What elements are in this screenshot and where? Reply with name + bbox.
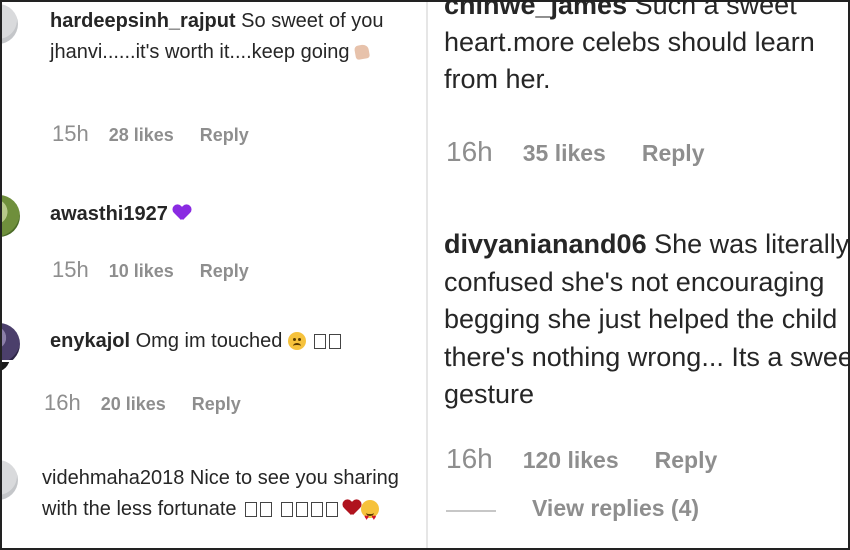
reply-button[interactable]: Reply: [642, 140, 705, 167]
comment-username[interactable]: enykajol: [50, 330, 130, 352]
comment-likes[interactable]: 28 likes: [109, 125, 174, 146]
comment-likes[interactable]: 20 likes: [101, 394, 166, 415]
missing-glyph-icon: [260, 502, 273, 517]
comment-text: videhmaha2018 Nice to see you sharing wi…: [42, 463, 422, 533]
comment-username[interactable]: hardeepsinh_rajput: [50, 10, 236, 32]
comment-timestamp: 16h: [44, 390, 81, 415]
comment-likes[interactable]: 35 likes: [523, 140, 606, 167]
comment-meta: 16h 35 likes Reply: [446, 136, 705, 168]
comment-timestamp: 16h: [446, 443, 493, 474]
comment-likes[interactable]: 10 likes: [109, 261, 174, 282]
missing-glyph-icon: [329, 334, 342, 349]
comment-text: chinwe_james Such a sweet heart.more cel…: [444, 0, 850, 98]
avatar[interactable]: [0, 195, 20, 237]
comment-timestamp: 15h: [52, 121, 89, 146]
comment-text: divyanianand06 She was literally confuse…: [444, 226, 850, 414]
reply-button[interactable]: Reply: [200, 261, 249, 282]
avatar[interactable]: [0, 4, 18, 44]
missing-glyph-icon: [280, 502, 293, 517]
view-replies-label[interactable]: View replies (4): [532, 495, 699, 522]
comment-meta: 15h 28 likes Reply: [52, 121, 249, 147]
reply-button[interactable]: Reply: [192, 394, 241, 415]
comment-text: hardeepsinh_rajput So sweet of you jhanv…: [50, 6, 400, 68]
missing-glyph-icon: [310, 502, 323, 517]
avatar[interactable]: [0, 362, 10, 372]
missing-glyph-icon: [314, 334, 327, 349]
comment-username[interactable]: chinwe_james: [444, 0, 627, 20]
missing-glyph-icon: [325, 502, 338, 517]
red-heart-emoji: [343, 500, 361, 516]
comment-username[interactable]: awasthi1927: [50, 203, 168, 225]
comment-timestamp: 15h: [52, 257, 89, 282]
reply-button[interactable]: Reply: [200, 125, 249, 146]
comment-body: Omg im touched: [135, 330, 283, 352]
right-panel: chinwe_james Such a sweet heart.more cel…: [428, 0, 850, 550]
reply-button[interactable]: Reply: [655, 447, 718, 474]
comment-timestamp: 16h: [446, 136, 493, 167]
missing-glyph-icon: [245, 502, 258, 517]
comment-text: awasthi1927: [50, 200, 191, 228]
left-bottom-panel: 16h 20 likes Reply videhmaha2018 Nice to…: [0, 362, 425, 550]
avatar[interactable]: [0, 460, 18, 500]
missing-glyph-icon: [295, 502, 308, 517]
comment-meta: 16h 20 likes Reply: [44, 390, 241, 416]
comment-username[interactable]: divyanianand06: [444, 229, 647, 259]
comment-likes[interactable]: 120 likes: [523, 447, 619, 474]
comment-meta: 15h 10 likes Reply: [52, 257, 249, 283]
sad-face-emoji: [287, 332, 306, 350]
left-top-panel: hardeepsinh_rajput So sweet of you jhanv…: [0, 0, 425, 360]
heart-eyes-emoji: [361, 500, 380, 533]
comment-meta: 16h 120 likes Reply: [446, 443, 717, 475]
comment-text: enykajol Omg im touched: [50, 327, 342, 355]
avatar[interactable]: [0, 323, 20, 360]
comment-username[interactable]: videhmaha2018: [42, 467, 184, 489]
view-replies-button[interactable]: View replies (4): [532, 495, 699, 522]
purple-heart-emoji: [173, 205, 191, 221]
thumb-emoji: [353, 43, 371, 61]
view-replies-line: [446, 510, 496, 512]
